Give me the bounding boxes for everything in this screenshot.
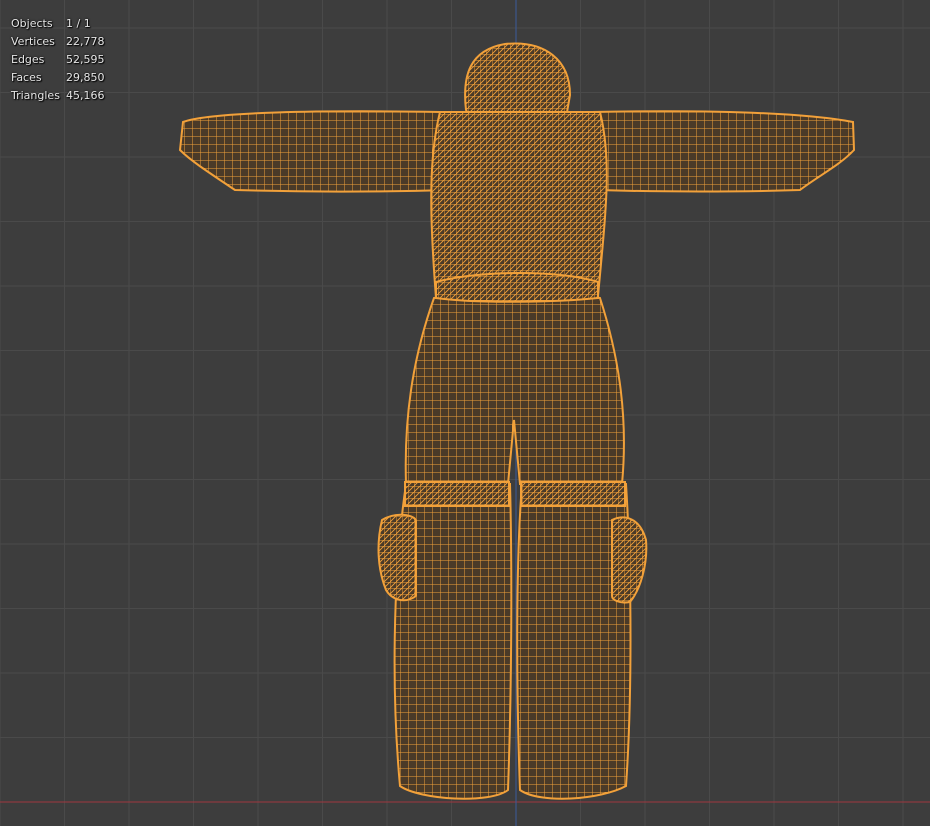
mesh-left-pocket (377, 513, 417, 602)
mesh-hood (464, 42, 572, 119)
stat-row-vertices: Vertices 22,778 (11, 33, 105, 51)
mesh-right-knee-band (520, 481, 626, 507)
stat-value: 1 / 1 (66, 17, 91, 30)
stat-label: Edges (11, 53, 45, 66)
mesh-left-arm (178, 110, 452, 193)
stat-value: 45,166 (66, 89, 105, 102)
wireframe-mesh[interactable] (178, 42, 856, 800)
mesh-right-arm (590, 110, 856, 193)
mesh-left-knee-band (404, 481, 510, 507)
mesh-pelvis (404, 291, 625, 485)
stat-row-objects: Objects 1 / 1 (11, 15, 105, 33)
viewport-grid (0, 0, 930, 826)
stat-value: 22,778 (66, 35, 105, 48)
stat-label: Faces (11, 71, 42, 84)
stat-row-edges: Edges 52,595 (11, 51, 105, 69)
stat-label: Triangles (11, 89, 60, 102)
statistics-overlay: Objects 1 / 1 Vertices 22,778 Edges 52,5… (11, 15, 105, 105)
stat-row-triangles: Triangles 45,166 (11, 87, 105, 105)
mesh-right-pocket (611, 516, 648, 604)
mesh-torso (430, 111, 608, 302)
stat-label: Objects (11, 17, 53, 30)
3d-viewport[interactable]: Objects 1 / 1 Vertices 22,778 Edges 52,5… (0, 0, 930, 826)
stat-label: Vertices (11, 35, 55, 48)
stat-row-faces: Faces 29,850 (11, 69, 105, 87)
mesh-waistband (435, 272, 599, 303)
stat-value: 29,850 (66, 71, 105, 84)
stat-value: 52,595 (66, 53, 105, 66)
